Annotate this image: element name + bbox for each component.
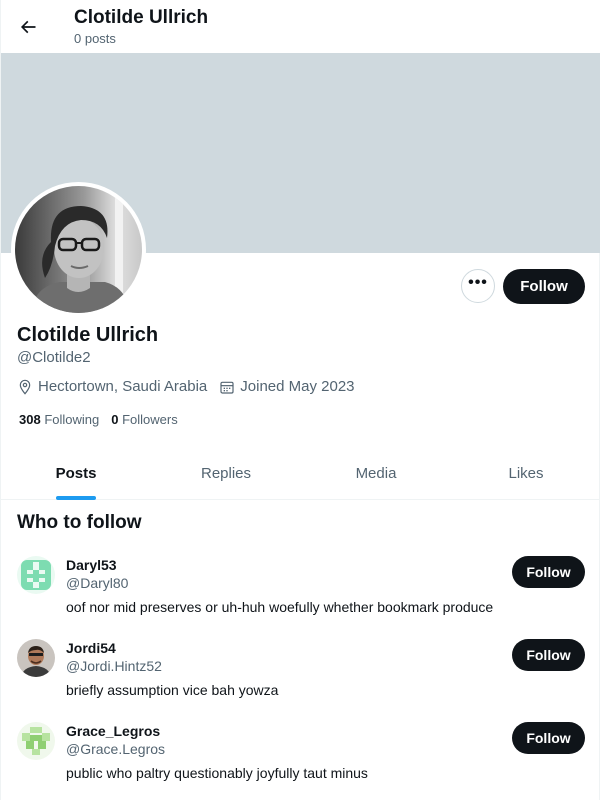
active-tab-indicator (55, 495, 97, 500)
follow-button[interactable]: Follow (503, 269, 585, 304)
profile-handle: @Clotilde2 (17, 349, 91, 366)
location-pin-icon (19, 379, 31, 395)
top-bar: Clotilde Ullrich 0 posts (1, 0, 600, 53)
user-bio: public who paltry questionably joyfully … (66, 765, 368, 781)
location-text: Hectortown, Saudi Arabia (38, 378, 208, 395)
following-label: Following (44, 412, 100, 427)
tab-replies[interactable]: Replies (151, 447, 301, 499)
profile-page: Clotilde Ullrich 0 posts ••• Follow Clot… (0, 0, 600, 800)
tab-label: Likes (508, 464, 544, 482)
tab-label: Media (355, 464, 397, 482)
profile-tabs: Posts Replies Media Likes (1, 447, 600, 500)
profile-meta: Hectortown, Saudi Arabia Joined May 2023 (17, 378, 367, 396)
identicon-avatar (17, 556, 55, 594)
user-name[interactable]: Grace_Legros (66, 723, 160, 740)
join-date: Joined May 2023 (219, 378, 355, 396)
user-bio: briefly assumption vice bah yowza (66, 682, 279, 698)
follow-button[interactable]: Follow (512, 639, 585, 671)
avatar[interactable] (17, 556, 55, 594)
calendar-icon (220, 381, 234, 394)
top-bar-title: Clotilde Ullrich 0 posts (74, 7, 208, 47)
tab-label: Replies (200, 464, 252, 482)
user-photo-avatar (17, 639, 55, 677)
user-name[interactable]: Daryl53 (66, 557, 117, 574)
user-handle: @Grace.Legros (66, 741, 166, 757)
suggested-user[interactable]: Jordi54 @Jordi.Hintz52 briefly assumptio… (1, 639, 600, 722)
arrow-left-icon (20, 20, 36, 33)
more-icon: ••• (468, 274, 488, 291)
user-handle: @Daryl80 (66, 575, 129, 591)
follow-button[interactable]: Follow (512, 556, 585, 588)
identicon-avatar (17, 722, 55, 760)
post-count: 0 posts (74, 30, 116, 46)
user-bio: oof nor mid preserves or uh-huh woefully… (66, 599, 494, 615)
tab-label: Posts (55, 464, 97, 482)
more-options-button[interactable]: ••• (461, 269, 495, 303)
suggested-user[interactable]: Grace_Legros @Grace.Legros public who pa… (1, 722, 600, 800)
top-bar-name: Clotilde Ullrich (74, 6, 209, 28)
user-handle: @Jordi.Hintz52 (66, 658, 162, 674)
tab-likes[interactable]: Likes (451, 447, 600, 499)
profile-avatar[interactable] (11, 182, 146, 317)
tab-posts[interactable]: Posts (1, 447, 151, 500)
who-to-follow-title: Who to follow (17, 512, 142, 533)
profile-name: Clotilde Ullrich (17, 324, 159, 346)
back-button[interactable] (10, 9, 46, 45)
followers-count: 0 (111, 412, 119, 427)
following-count: 308 (19, 412, 41, 427)
follow-stats: 308 Following 0 Followers (19, 412, 190, 428)
followers-link[interactable]: 0 Followers (111, 412, 177, 428)
suggested-user[interactable]: Daryl53 @Daryl80 oof nor mid preserves o… (1, 556, 600, 639)
follow-button[interactable]: Follow (512, 722, 585, 754)
join-date-text: Joined May 2023 (240, 378, 355, 395)
following-link[interactable]: 308 Following (19, 412, 99, 428)
location: Hectortown, Saudi Arabia (17, 378, 207, 396)
user-name[interactable]: Jordi54 (66, 640, 116, 657)
followers-label: Followers (122, 412, 178, 427)
avatar[interactable] (17, 722, 55, 760)
avatar-photo (15, 186, 142, 313)
avatar[interactable] (17, 639, 55, 677)
tab-media[interactable]: Media (301, 447, 451, 499)
